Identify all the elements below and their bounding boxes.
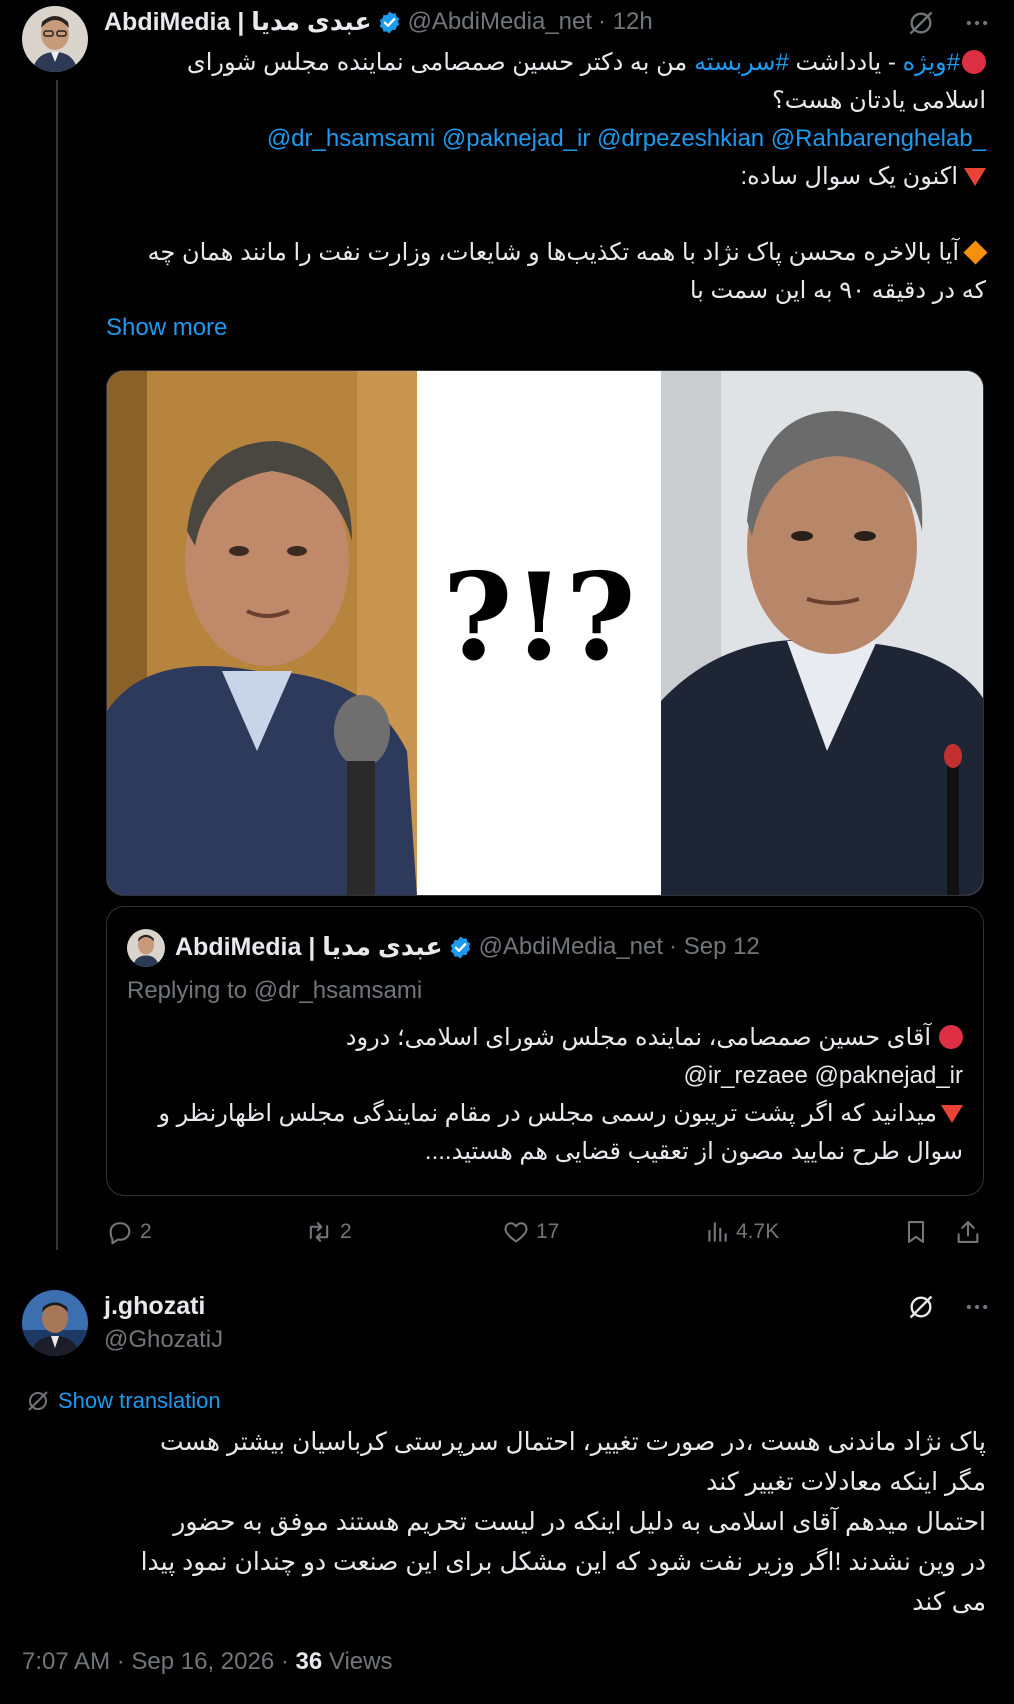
repost-button[interactable]: 2 bbox=[304, 1218, 352, 1246]
reply-button[interactable]: 2 bbox=[106, 1218, 152, 1246]
reply-text-line-5: می کند bbox=[912, 1588, 986, 1616]
share-button[interactable] bbox=[954, 1218, 982, 1246]
hashtag-link[interactable]: #سربسته bbox=[694, 49, 789, 76]
quoted-text-span: آقای حسین صمصامی، نماینده مجلس شورای اسل… bbox=[345, 1024, 931, 1051]
tweet-text-span: - یادداشت bbox=[788, 49, 903, 76]
reply-text-line-1: پاک نژاد ماندنی هست ،در صورت تغییر، احتم… bbox=[159, 1428, 986, 1456]
quoted-tweet-card[interactable]: AbdiMedia | عبدی مدیا @AbdiMedia_net · S… bbox=[106, 906, 984, 1196]
tweet-text-span: آیا بالاخره محسن پاک نژاد با همه تکذیب‌ه… bbox=[147, 239, 959, 266]
reply-count: 2 bbox=[140, 1220, 152, 1243]
tweet-text-line-5: که در دقیقه ۹۰ به این سمت با bbox=[689, 277, 986, 304]
bookmark-icon bbox=[907, 1221, 925, 1243]
tweet-action-bar: 2 2 17 4.7K bbox=[106, 1214, 986, 1254]
reply-views-count: 36 bbox=[295, 1648, 323, 1675]
verified-badge-icon bbox=[377, 10, 402, 35]
reply-timestamp[interactable]: 7:07 AM · Sep 16, 2026 · bbox=[22, 1648, 296, 1675]
orange-diamond-emoji-icon bbox=[963, 240, 988, 265]
reply-text-line-2: مگر اینکه معادلات تغییر کند bbox=[706, 1468, 986, 1496]
reply-author-handle[interactable]: @GhozatiJ bbox=[104, 1326, 223, 1354]
hashtag-link[interactable]: #ویژه bbox=[903, 49, 960, 76]
down-triangle-emoji-icon bbox=[941, 1105, 963, 1123]
quoted-author-handle: @AbdiMedia_net bbox=[478, 933, 664, 960]
reply-text-line-4: در وین نشدند !اگر وزیر نفت شود که این مش… bbox=[140, 1548, 986, 1576]
like-button[interactable]: 17 bbox=[502, 1218, 559, 1246]
verified-badge-icon bbox=[448, 935, 473, 960]
show-more-link[interactable]: Show more bbox=[106, 314, 227, 342]
reply-author-display-name[interactable]: j.ghozati bbox=[104, 1292, 205, 1321]
repost-count: 2 bbox=[340, 1220, 352, 1243]
svg-text:?!?: ?!? bbox=[442, 547, 635, 688]
tweet-text-line-2: اسلامی یادتان هست؟ bbox=[772, 87, 986, 114]
grok-icon[interactable] bbox=[906, 8, 936, 38]
tweet-time[interactable]: · 12h bbox=[598, 8, 653, 36]
bookmark-button[interactable] bbox=[902, 1218, 930, 1246]
heart-icon bbox=[504, 1222, 528, 1243]
quoted-text-line-4: سوال طرح نمایید مصون از تعقیب قضایی هم ه… bbox=[424, 1138, 963, 1165]
reply-icon bbox=[109, 1222, 131, 1245]
red-circle-emoji-icon bbox=[962, 50, 986, 74]
quoted-mentions: @ir_rezaee @paknejad_ir bbox=[683, 1062, 963, 1089]
replying-to-label: Replying to @dr_hsamsami bbox=[127, 977, 423, 1004]
quoted-text-span: میدانید که اگر پشت تریبون رسمی مجلس در م… bbox=[158, 1100, 937, 1127]
repost-icon bbox=[309, 1222, 329, 1242]
quoted-tweet-time: · Sep 12 bbox=[669, 933, 760, 960]
tweet-text-line-1: #ویژه - یادداشت #سربسته من به دکتر حسین … bbox=[106, 44, 986, 82]
reply-timestamp-footer: 7:07 AM · Sep 16, 2026 · 36 Views bbox=[22, 1648, 392, 1676]
quoted-text-line-3: میدانید که اگر پشت تریبون رسمی مجلس در م… bbox=[127, 1095, 963, 1133]
views-button[interactable]: 4.7K bbox=[704, 1218, 779, 1246]
more-options-icon[interactable] bbox=[962, 8, 992, 38]
share-icon bbox=[957, 1221, 979, 1243]
quoted-author-display-name: AbdiMedia | عبدی مدیا bbox=[175, 933, 443, 961]
author-avatar[interactable] bbox=[22, 6, 88, 72]
tweet-text-span: اکنون یک سوال ساده: bbox=[740, 163, 959, 190]
tweet-media-image[interactable]: ?!? bbox=[106, 370, 984, 896]
reply-top-actions bbox=[906, 1292, 992, 1322]
like-count: 17 bbox=[536, 1220, 560, 1243]
analytics-icon bbox=[708, 1222, 727, 1242]
tweet-header: AbdiMedia | عبدی مدیا @AbdiMedia_net · 1… bbox=[104, 6, 653, 38]
reply-author-avatar[interactable] bbox=[22, 1290, 88, 1356]
tweet-text-span: من به دکتر حسین صمصامی نماینده مجلس شورا… bbox=[186, 49, 694, 76]
reply-text-line-3: احتمال میدهم آقای اسلامی به دلیل اینکه د… bbox=[173, 1508, 986, 1536]
show-translation-button[interactable]: Show translation bbox=[26, 1388, 221, 1414]
quoted-author-avatar[interactable] bbox=[127, 929, 165, 967]
more-options-icon[interactable] bbox=[962, 1292, 992, 1322]
views-count: 4.7K bbox=[736, 1220, 780, 1243]
author-handle[interactable]: @AbdiMedia_net bbox=[408, 8, 592, 36]
down-triangle-emoji-icon bbox=[964, 168, 986, 186]
tweet-text-line-3: اکنون یک سوال ساده: bbox=[106, 158, 986, 196]
translate-icon bbox=[28, 1391, 48, 1411]
thread-connector-line bbox=[56, 80, 58, 1250]
quoted-text-line-1: آقای حسین صمصامی، نماینده مجلس شورای اسل… bbox=[127, 1019, 963, 1057]
tweet-text-line-4: آیا بالاخره محسن پاک نژاد با همه تکذیب‌ه… bbox=[106, 234, 988, 272]
quoted-tweet-header: AbdiMedia | عبدی مدیا @AbdiMedia_net · S… bbox=[175, 931, 760, 963]
show-translation-label: Show translation bbox=[58, 1388, 221, 1413]
author-display-name[interactable]: AbdiMedia | عبدی مدیا bbox=[104, 7, 372, 37]
tweet-mentions[interactable]: @dr_hsamsami @paknejad_ir @drpezeshkian … bbox=[106, 120, 986, 158]
red-circle-emoji-icon bbox=[939, 1025, 963, 1049]
reply-views-label: Views bbox=[322, 1648, 393, 1675]
tweet-top-actions bbox=[906, 8, 992, 38]
grok-icon[interactable] bbox=[906, 1292, 936, 1322]
